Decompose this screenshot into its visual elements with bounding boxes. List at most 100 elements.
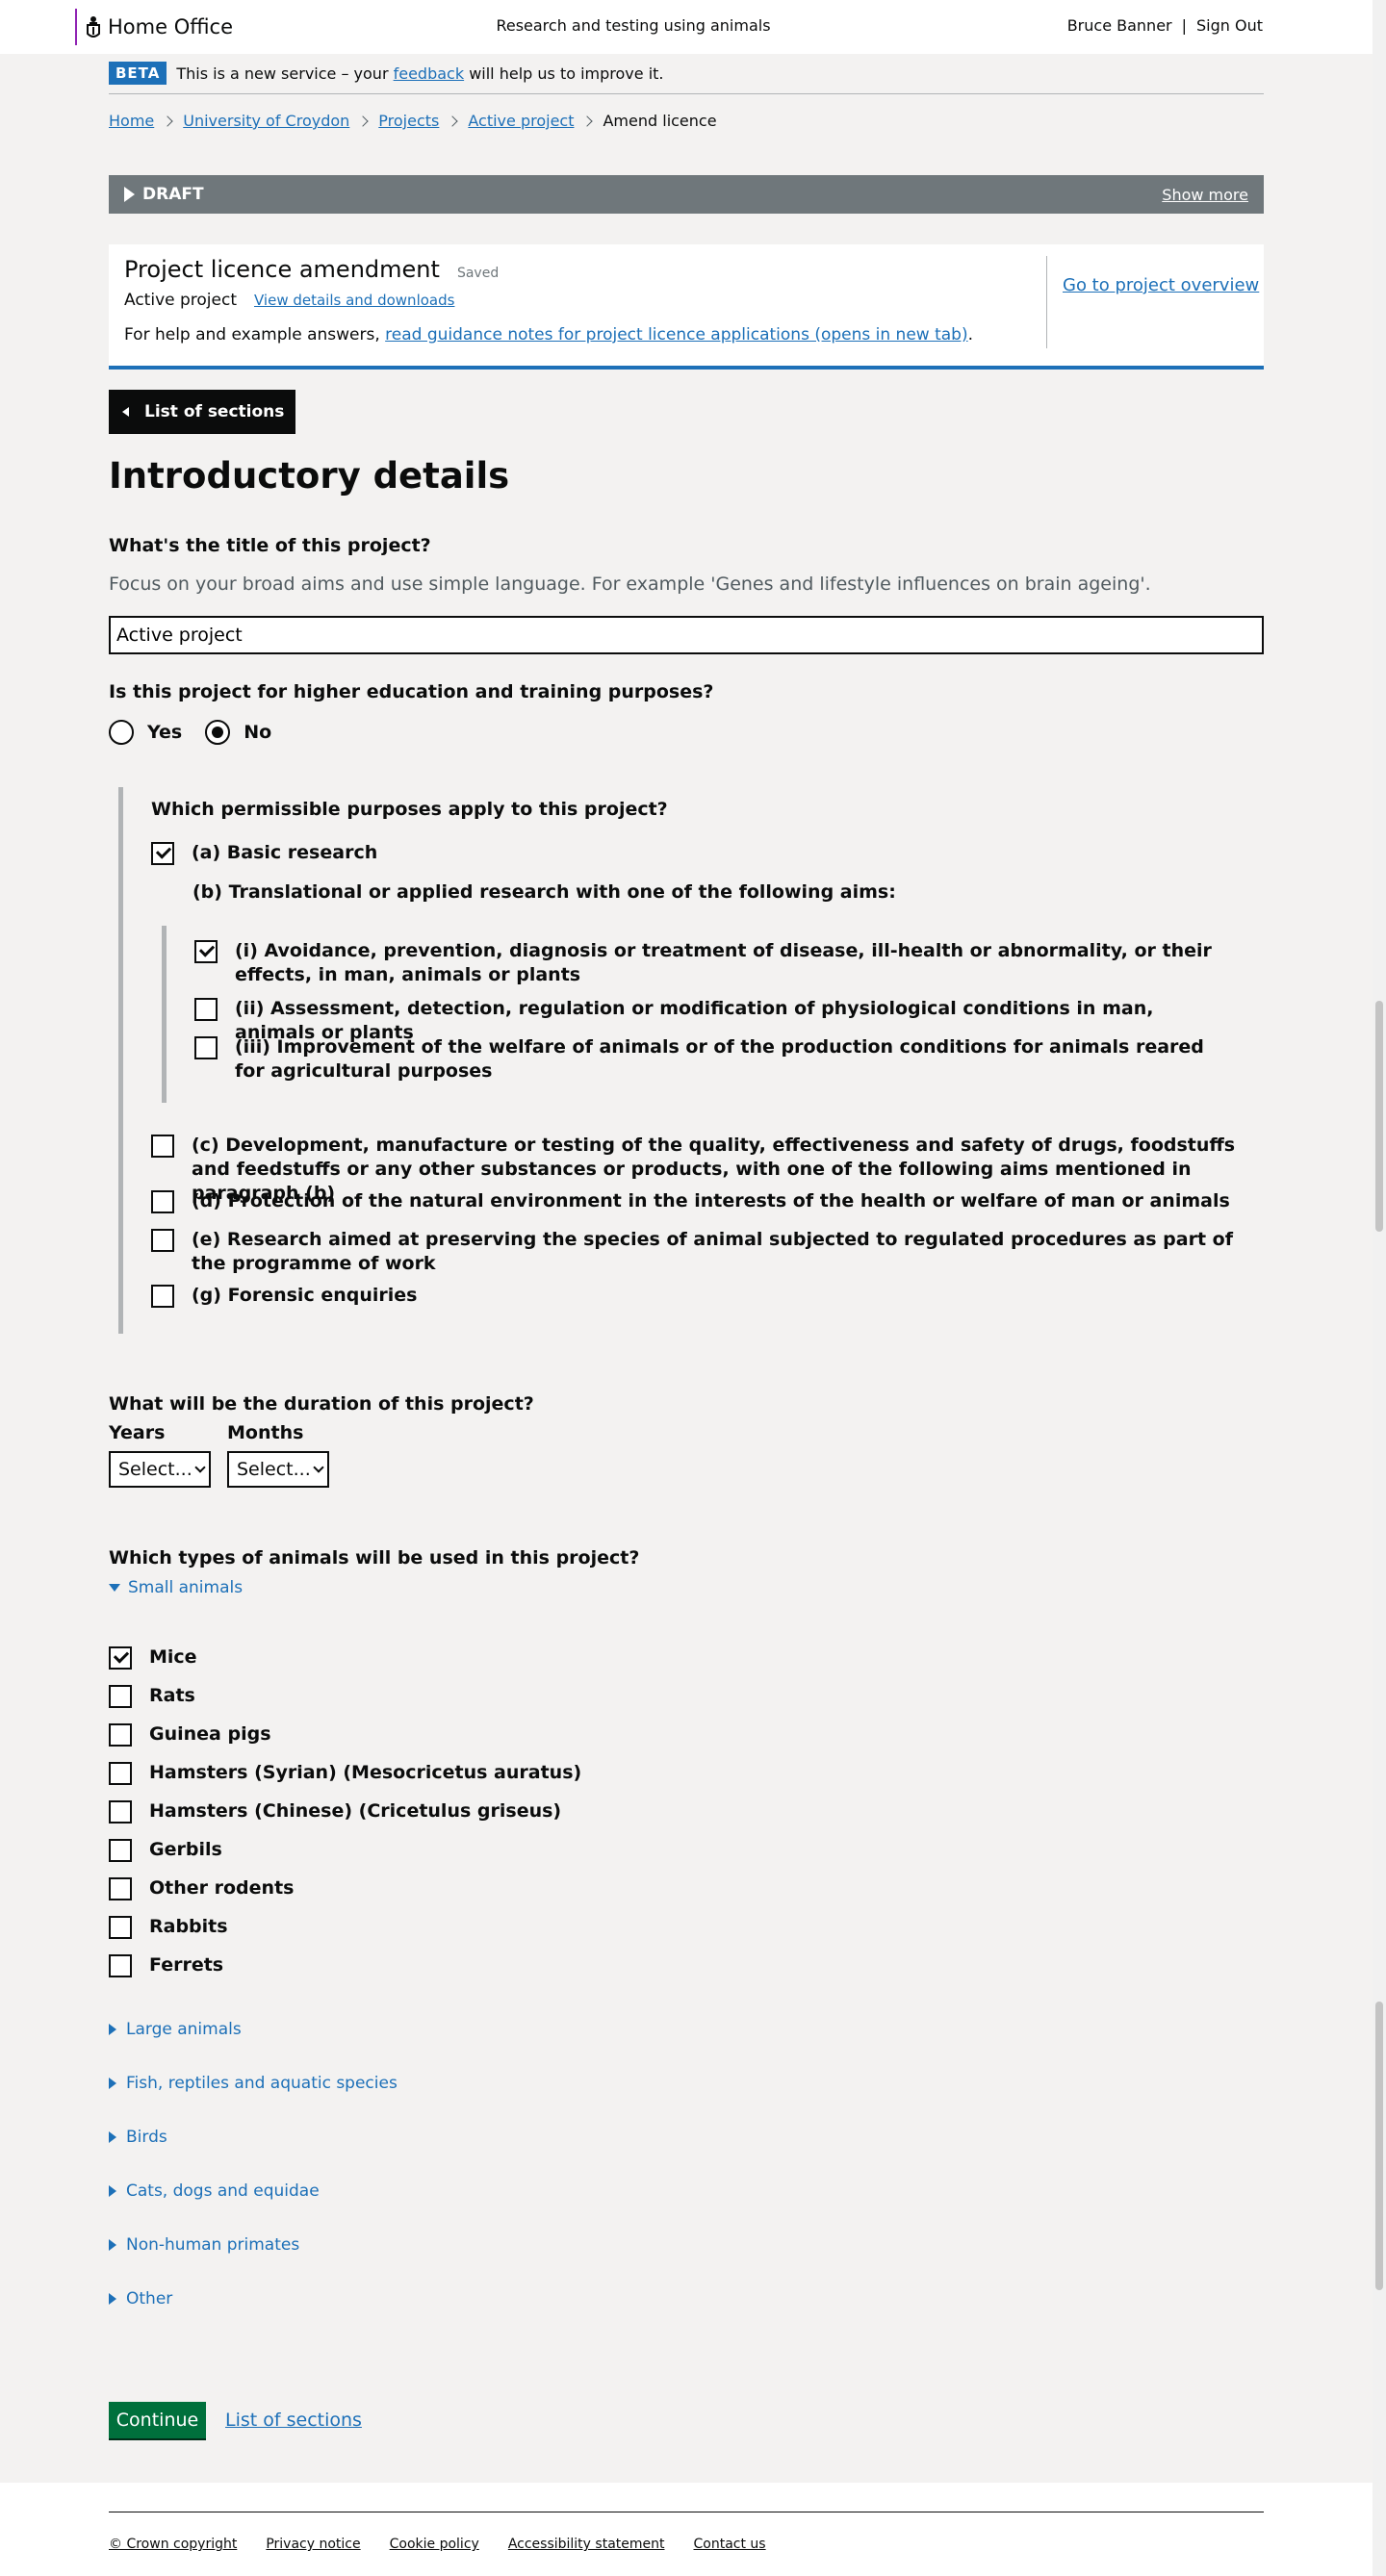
small-animals-toggle[interactable]: Small animals: [109, 1578, 243, 1597]
checkbox-box[interactable]: [109, 1916, 132, 1939]
purpose-b1-checkbox[interactable]: (i) Avoidance, prevention, diagnosis or …: [194, 939, 1215, 987]
checkbox-box[interactable]: [109, 1685, 132, 1708]
checkbox-box[interactable]: [194, 1036, 218, 1059]
nested-reveal-bar: [162, 926, 167, 1103]
checkbox-box[interactable]: [151, 1285, 174, 1308]
checkbox-box[interactable]: [151, 1135, 174, 1158]
checkbox-box[interactable]: [109, 1762, 132, 1785]
checkbox-box[interactable]: [109, 1877, 132, 1900]
animal-group-label: Other: [126, 2289, 173, 2308]
feedback-link[interactable]: feedback: [394, 64, 465, 83]
animal-checkbox[interactable]: Rats: [109, 1684, 195, 1708]
conditional-reveal-bar: [118, 787, 123, 1334]
triangle-right-icon: [109, 2239, 116, 2251]
checkbox-box[interactable]: [109, 1800, 132, 1824]
animal-checkbox[interactable]: Rabbits: [109, 1915, 228, 1939]
animal-checkbox[interactable]: Ferrets: [109, 1953, 223, 1977]
radio-yes-circle[interactable]: [109, 720, 134, 745]
animal-group-label: Fish, reptiles and aquatic species: [126, 2074, 398, 2093]
footer-link-crown-copyright[interactable]: © Crown copyright: [109, 2537, 237, 2552]
continue-button[interactable]: Continue: [109, 2402, 206, 2440]
animal-checkbox[interactable]: Hamsters (Chinese) (Cricetulus griseus): [109, 1799, 561, 1824]
user-name[interactable]: Bruce Banner: [1067, 16, 1172, 35]
breadcrumb-home[interactable]: Home: [109, 112, 154, 130]
list-of-sections-link[interactable]: List of sections: [225, 2410, 362, 2431]
checkbox-box[interactable]: [109, 1954, 132, 1977]
breadcrumb-chevron-icon: [357, 115, 369, 127]
scrollbar-thumb[interactable]: [1375, 2002, 1383, 2290]
checkbox-box[interactable]: [151, 1229, 174, 1252]
animals-question-label: Which types of animals will be used in t…: [109, 1547, 640, 1569]
footer-link-contact[interactable]: Contact us: [694, 2537, 766, 2552]
purpose-a-checkbox[interactable]: (a) Basic research: [151, 841, 1210, 865]
guidance-notes-link[interactable]: read guidance notes for project licence …: [385, 325, 967, 344]
triangle-right-icon: [109, 2185, 116, 2197]
animal-checkbox[interactable]: Gerbils: [109, 1838, 222, 1862]
purpose-g-checkbox[interactable]: (g) Forensic enquiries: [151, 1284, 1258, 1308]
animal-checkbox[interactable]: Hamsters (Syrian) (Mesocricetus auratus): [109, 1761, 581, 1785]
page-scrollbar[interactable]: [1373, 0, 1386, 2576]
purpose-b3-label: (iii) Improvement of the welfare of anim…: [235, 1036, 1204, 1082]
animal-label: Guinea pigs: [149, 1723, 271, 1745]
chevron-down-icon: [313, 1462, 324, 1473]
months-label: Months: [227, 1422, 304, 1443]
purpose-b-heading: (b) Translational or applied research wi…: [192, 881, 896, 903]
breadcrumb-projects[interactable]: Projects: [378, 112, 439, 130]
footer-link-cookies[interactable]: Cookie policy: [390, 2537, 479, 2552]
checkbox-box[interactable]: [151, 1190, 174, 1213]
months-select-value: Select...: [237, 1459, 311, 1480]
amendment-panel: Project licence amendment Saved Active p…: [109, 244, 1264, 370]
animal-group-toggle[interactable]: Birds: [109, 2128, 167, 2147]
purpose-e-checkbox[interactable]: (e) Research aimed at preserving the spe…: [151, 1228, 1258, 1276]
scrollbar-thumb[interactable]: [1375, 1001, 1383, 1232]
animal-checkbox[interactable]: Other rodents: [109, 1876, 294, 1900]
sign-out-link[interactable]: Sign Out: [1196, 16, 1263, 35]
checkbox-box[interactable]: [109, 1646, 132, 1670]
project-name: Active project: [124, 291, 237, 310]
animal-group-toggle[interactable]: Large animals: [109, 2020, 242, 2039]
radio-no[interactable]: No: [205, 720, 271, 745]
duration-question-label: What will be the duration of this projec…: [109, 1393, 534, 1415]
checkbox-box[interactable]: [194, 998, 218, 1021]
project-title-input[interactable]: [109, 616, 1264, 654]
animal-group-toggle[interactable]: Non-human primates: [109, 2235, 299, 2255]
animal-group-label: Large animals: [126, 2020, 242, 2039]
radio-no-label: No: [244, 722, 272, 743]
user-menu: Bruce Banner | Sign Out: [1067, 16, 1263, 35]
animal-group-toggle[interactable]: Other: [109, 2289, 172, 2308]
breadcrumb-project[interactable]: Active project: [468, 112, 574, 130]
amendment-title: Project licence amendment: [124, 256, 440, 283]
view-details-link[interactable]: View details and downloads: [254, 292, 454, 309]
purposes-question-label: Which permissible purposes apply to this…: [151, 799, 668, 820]
list-of-sections-button[interactable]: List of sections: [109, 390, 295, 434]
checkbox-box[interactable]: [194, 940, 218, 963]
animal-label: Mice: [149, 1646, 197, 1668]
footer-link-privacy[interactable]: Privacy notice: [266, 2537, 360, 2552]
breadcrumb-chevron-icon: [447, 115, 459, 127]
beta-tag: BETA: [109, 62, 167, 85]
radio-yes[interactable]: Yes: [109, 720, 182, 745]
checkbox-box[interactable]: [109, 1839, 132, 1862]
radio-no-circle[interactable]: [205, 720, 231, 745]
project-overview-link[interactable]: Go to project overview: [1063, 275, 1259, 295]
checkbox-box[interactable]: [109, 1723, 132, 1747]
breadcrumb: Home University of Croydon Projects Acti…: [109, 112, 1264, 130]
triangle-right-icon: [109, 2131, 116, 2143]
chevron-down-icon: [194, 1462, 206, 1473]
footer-link-accessibility[interactable]: Accessibility statement: [508, 2537, 665, 2552]
breadcrumb-establishment[interactable]: University of Croydon: [183, 112, 349, 130]
animal-group-toggle[interactable]: Cats, dogs and equidae: [109, 2181, 320, 2201]
show-more-link[interactable]: Show more: [1162, 186, 1248, 204]
years-select[interactable]: Select...: [109, 1451, 211, 1488]
saved-status: Saved: [456, 266, 500, 281]
months-select[interactable]: Select...: [227, 1451, 329, 1488]
purpose-d-checkbox[interactable]: (d) Protection of the natural environmen…: [151, 1189, 1258, 1213]
animal-checkbox[interactable]: Mice: [109, 1645, 197, 1670]
animal-group-toggle[interactable]: Fish, reptiles and aquatic species: [109, 2074, 398, 2093]
checkbox-box[interactable]: [151, 842, 174, 865]
draft-banner[interactable]: DRAFT Show more: [109, 175, 1264, 214]
animal-group-label: Non-human primates: [126, 2235, 300, 2255]
phase-text-after: will help us to improve it.: [469, 64, 664, 83]
animal-checkbox[interactable]: Guinea pigs: [109, 1722, 271, 1747]
purpose-b3-checkbox[interactable]: (iii) Improvement of the welfare of anim…: [194, 1035, 1215, 1084]
